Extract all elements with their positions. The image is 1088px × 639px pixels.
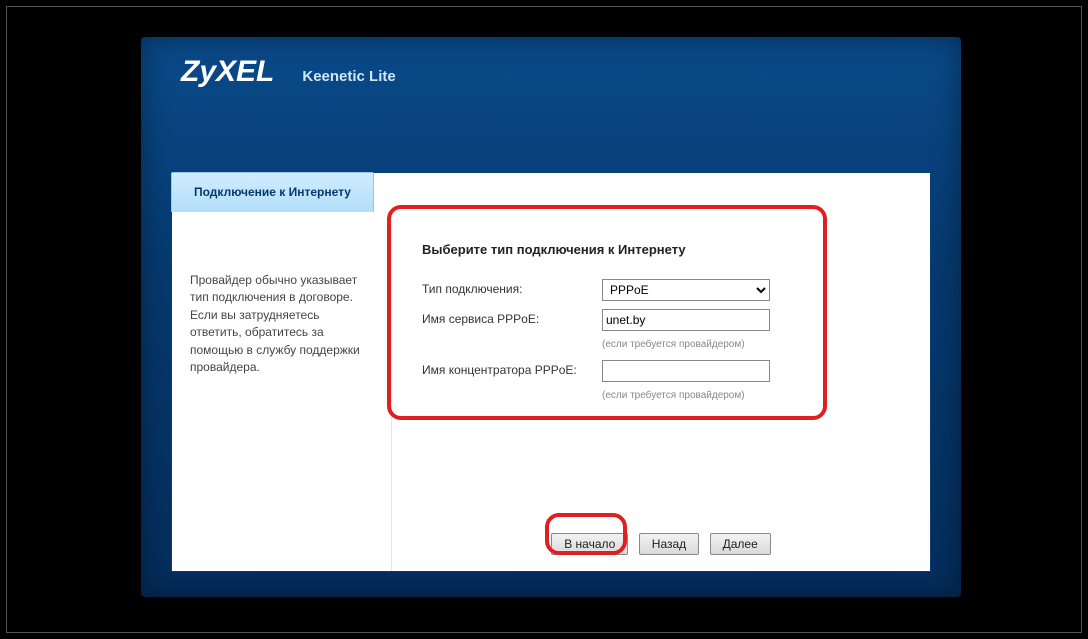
header: ZyXEL Keenetic Lite (141, 37, 961, 107)
router-admin-shell: ZyXEL Keenetic Lite Подключение к Интерн… (141, 37, 961, 597)
tab-internet-connection[interactable]: Подключение к Интернету (171, 172, 374, 212)
sidebar-help: Провайдер обычно указывает тип подключен… (172, 212, 392, 571)
input-service-name[interactable] (602, 309, 770, 331)
brand-logo: ZyXEL (181, 55, 274, 89)
label-concentrator-name: Имя концентратора PPPoE: (422, 360, 602, 377)
input-concentrator-name[interactable] (602, 360, 770, 382)
row-connection-type: Тип подключения: PPPoE (422, 279, 900, 301)
home-button[interactable]: В начало (551, 533, 628, 555)
main-panel: Выберите тип подключения к Интернету Тип… (392, 212, 930, 571)
hint-concentrator-name: (если требуется провайдером) (602, 390, 900, 401)
next-button[interactable]: Далее (710, 533, 771, 555)
row-service-name: Имя сервиса PPPoE: (422, 309, 900, 331)
label-service-name: Имя сервиса PPPoE: (422, 309, 602, 326)
device-name: Keenetic Lite (302, 68, 395, 85)
back-button[interactable]: Назад (639, 533, 699, 555)
content-box: Подключение к Интернету Провайдер обычно… (171, 172, 931, 572)
screenshot-frame: ZyXEL Keenetic Lite Подключение к Интерн… (6, 6, 1082, 633)
section-title: Выберите тип подключения к Интернету (422, 242, 900, 257)
select-connection-type[interactable]: PPPoE (602, 279, 770, 301)
sidebar-help-text: Провайдер обычно указывает тип подключен… (190, 272, 373, 376)
tab-bar: Подключение к Интернету (171, 172, 374, 212)
button-bar: В начало Назад Далее (392, 533, 930, 555)
label-connection-type: Тип подключения: (422, 279, 602, 296)
row-concentrator-name: Имя концентратора PPPoE: (422, 360, 900, 382)
hint-service-name: (если требуется провайдером) (602, 339, 900, 350)
body-area: Провайдер обычно указывает тип подключен… (172, 212, 930, 571)
